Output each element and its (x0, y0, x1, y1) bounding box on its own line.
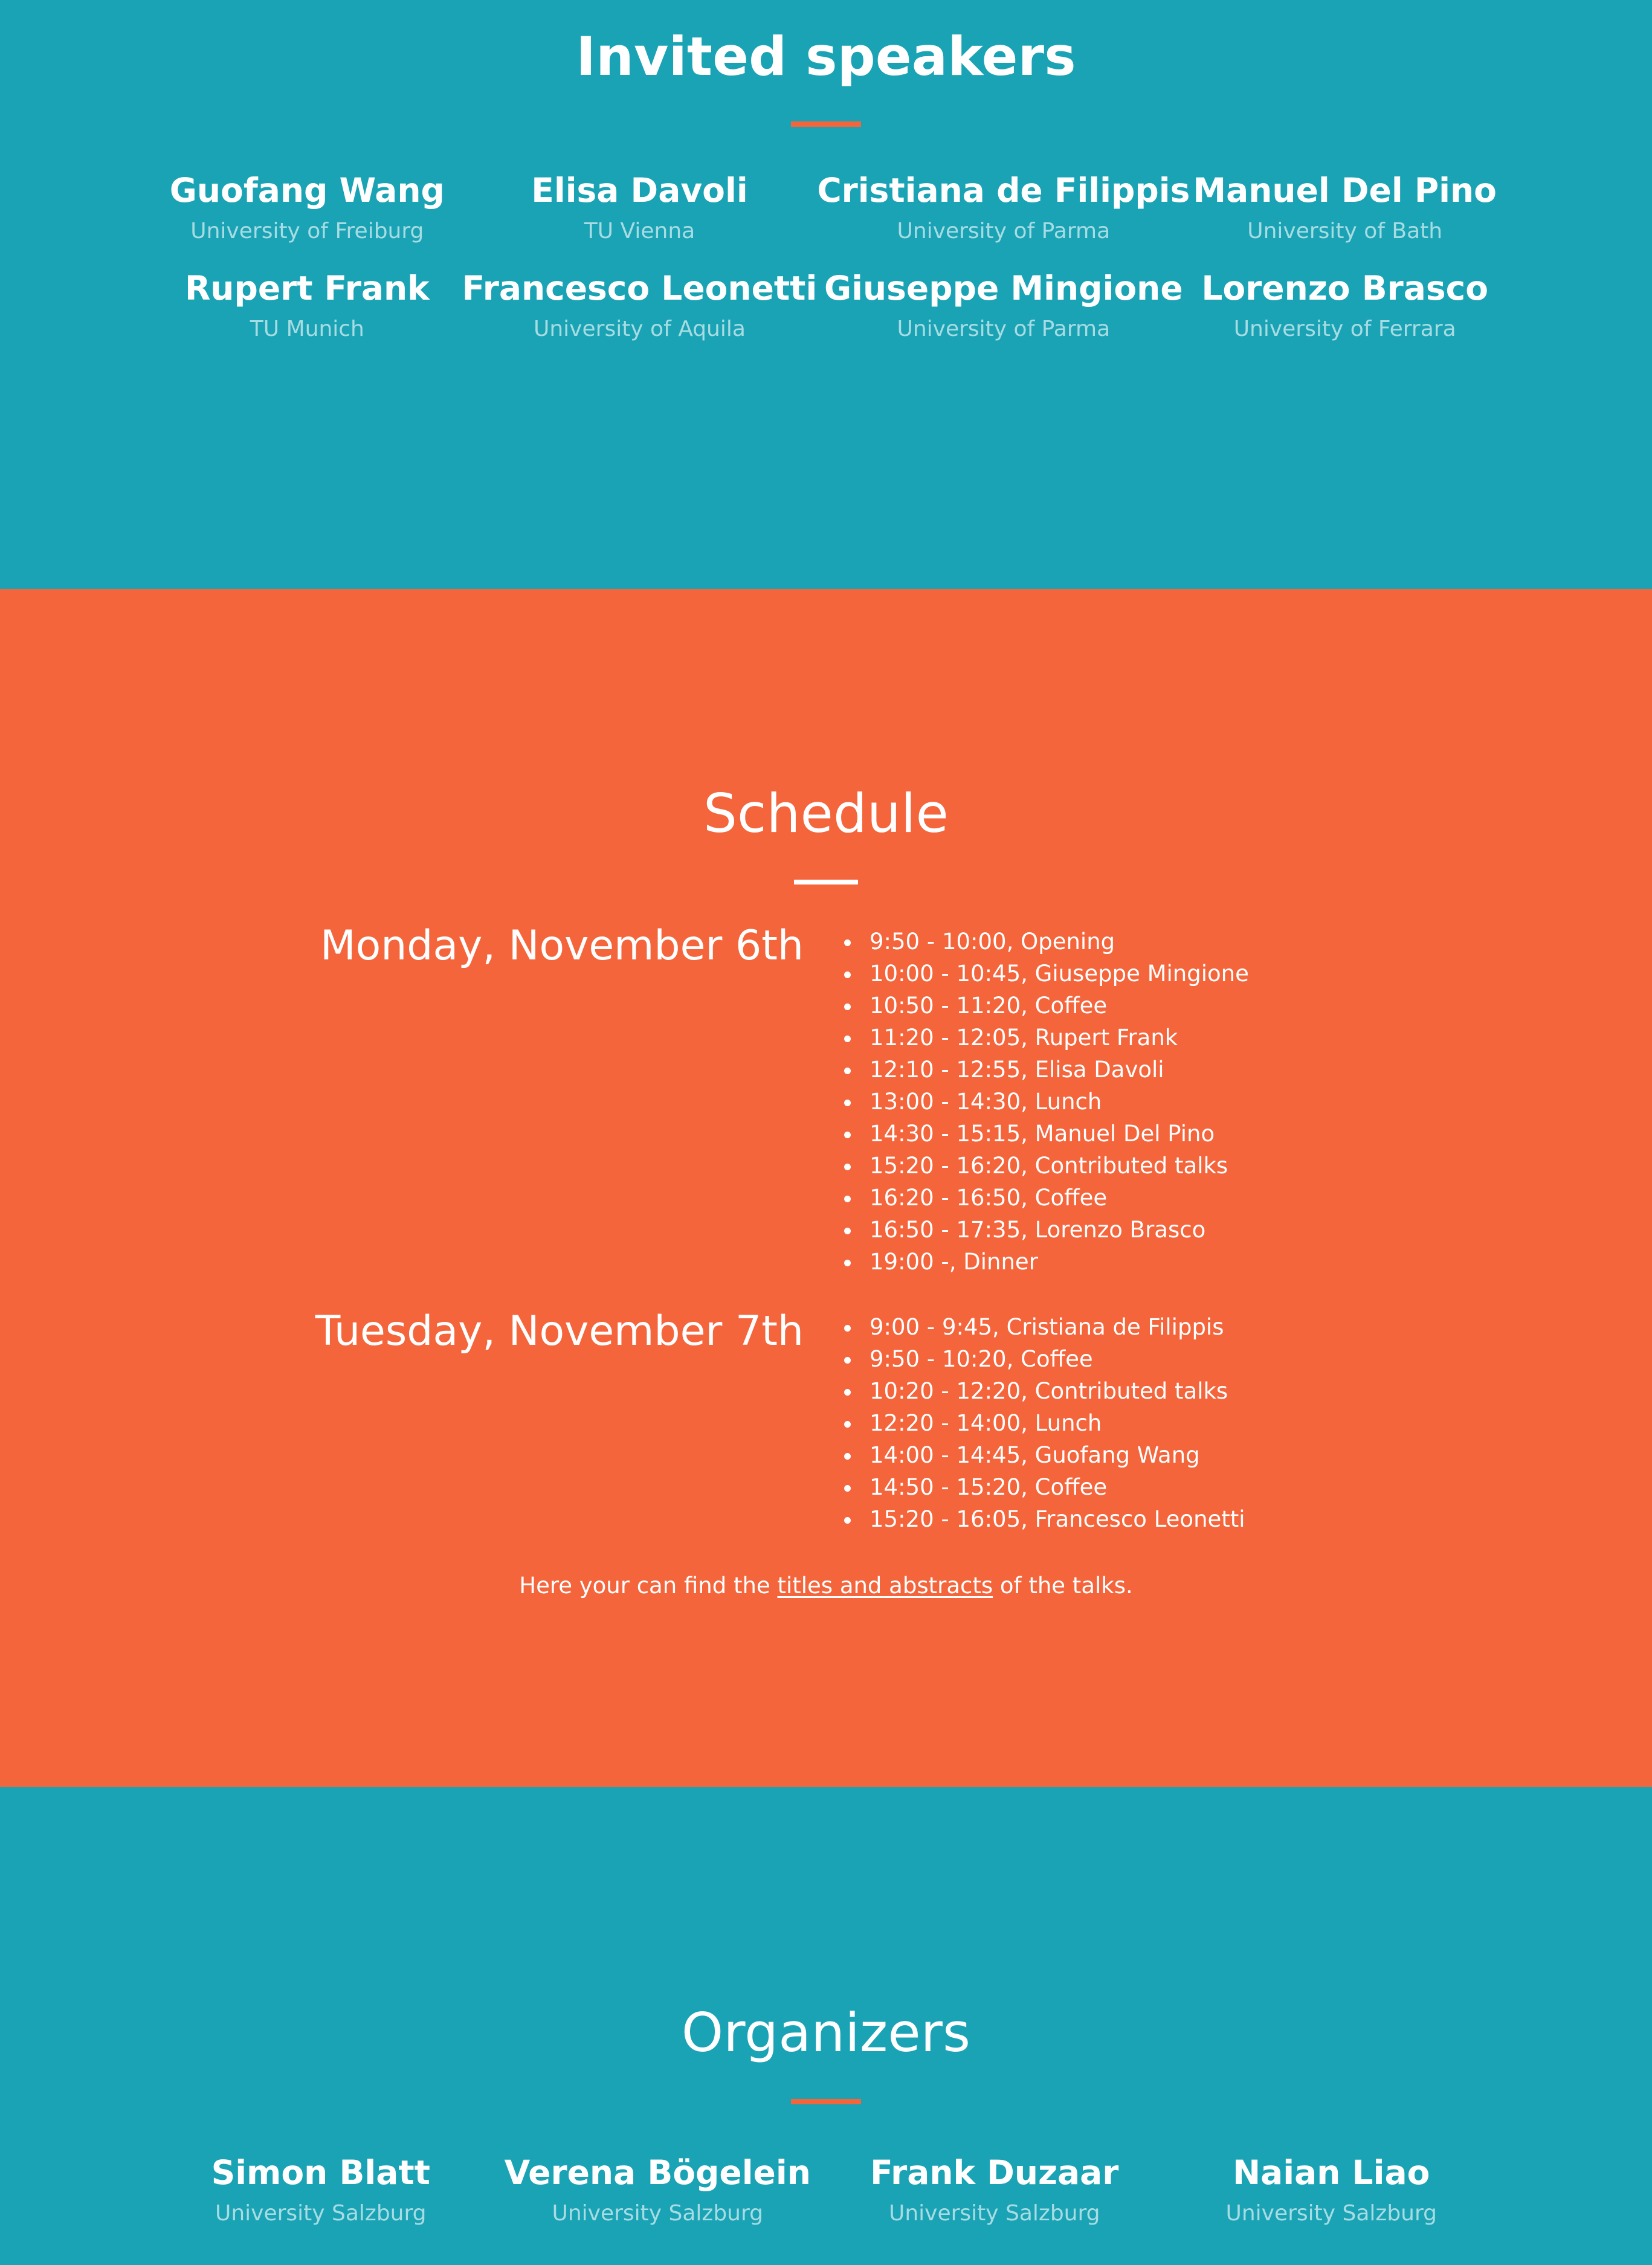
schedule-item: 9:50 - 10:00, Opening (824, 926, 1500, 958)
organizers-title-divider (791, 2099, 861, 2104)
conference-page: Invited speakers Guofang Wang University… (0, 0, 1652, 2265)
organizer-card: Simon Blatt University Salzburg (152, 2153, 489, 2226)
speaker-affiliation: TU Munich (250, 317, 364, 342)
schedule-item: 11:20 - 12:05, Rupert Frank (824, 1022, 1500, 1054)
speaker-affiliation: University of Parma (897, 219, 1111, 244)
schedule-item: 9:00 - 9:45, Cristiana de Filippis (824, 1311, 1500, 1343)
titles-and-abstracts-link[interactable]: titles and abstracts (777, 1573, 993, 1599)
organizers-section: Organizers Simon Blatt University Salzbu… (0, 1787, 1652, 2265)
speaker-affiliation: University of Bath (1247, 219, 1443, 244)
schedule-item: 10:50 - 11:20, Coffee (824, 990, 1500, 1022)
schedule-item: 15:20 - 16:20, Contributed talks (824, 1150, 1500, 1182)
speaker-card: Rupert Frank TU Munich (152, 268, 462, 342)
speaker-card: Guofang Wang University of Freiburg (152, 170, 462, 244)
speaker-card: Cristiana de Filippis University of Parm… (817, 170, 1190, 244)
speaker-card: Elisa Davoli TU Vienna (462, 170, 818, 244)
schedule-item: 16:20 - 16:50, Coffee (824, 1182, 1500, 1214)
schedule-day-items: 9:50 - 10:00, Opening 10:00 - 10:45, Giu… (824, 926, 1500, 1278)
schedule-item: 14:30 - 15:15, Manuel Del Pino (824, 1118, 1500, 1150)
speaker-name: Elisa Davoli (531, 171, 748, 210)
organizer-name: Naian Liao (1233, 2153, 1430, 2192)
schedule-item: 12:20 - 14:00, Lunch (824, 1407, 1500, 1439)
schedule-item: 13:00 - 14:30, Lunch (824, 1086, 1500, 1118)
abstracts-note-prefix: Here your can find the (519, 1573, 778, 1599)
schedule-title-divider (794, 880, 858, 884)
schedule-day-items: 9:00 - 9:45, Cristiana de Filippis 9:50 … (824, 1311, 1500, 1535)
speaker-name: Guofang Wang (169, 171, 445, 210)
schedule-day-label: Tuesday, November 7th (315, 1307, 804, 1355)
speaker-name: Giuseppe Mingione (824, 269, 1183, 308)
schedule-item: 19:00 -, Dinner (824, 1246, 1500, 1278)
organizers-title: Organizers (681, 2002, 971, 2064)
speaker-card: Lorenzo Brasco University of Ferrara (1190, 268, 1500, 342)
speaker-name: Francesco Leonetti (462, 269, 818, 308)
organizer-affiliation: University Salzburg (1225, 2201, 1437, 2226)
schedule-item: 15:20 - 16:05, Francesco Leonetti (824, 1503, 1500, 1535)
organizer-name: Frank Duzaar (870, 2153, 1119, 2192)
organizer-affiliation: University Salzburg (552, 2201, 764, 2226)
speakers-title-divider (791, 121, 861, 127)
organizer-card: Frank Duzaar University Salzburg (826, 2153, 1163, 2226)
organizers-grid: Simon Blatt University Salzburg Verena B… (152, 2153, 1500, 2226)
abstracts-note: Here your can find the titles and abstra… (0, 1573, 1652, 1599)
abstracts-note-suffix: of the talks. (993, 1573, 1133, 1599)
speaker-card: Manuel Del Pino University of Bath (1190, 170, 1500, 244)
organizer-name: Verena Bögelein (504, 2153, 811, 2192)
schedule-item: 12:10 - 12:55, Elisa Davoli (824, 1054, 1500, 1086)
schedule-section: Schedule Monday, November 6th 9:50 - 10:… (0, 589, 1652, 1787)
speaker-name: Lorenzo Brasco (1201, 269, 1488, 308)
schedule-item: 9:50 - 10:20, Coffee (824, 1343, 1500, 1375)
organizer-card: Naian Liao University Salzburg (1163, 2153, 1500, 2226)
schedule-day-block: Monday, November 6th 9:50 - 10:00, Openi… (152, 926, 1500, 1278)
schedule-item: 14:00 - 14:45, Guofang Wang (824, 1439, 1500, 1471)
invited-speakers-title: Invited speakers (576, 25, 1076, 88)
organizer-name: Simon Blatt (211, 2153, 430, 2192)
speaker-affiliation: University of Aquila (534, 317, 746, 342)
speaker-name: Cristiana de Filippis (817, 171, 1190, 210)
schedule-title: Schedule (703, 782, 949, 845)
schedule-day-label: Monday, November 6th (320, 922, 804, 970)
organizer-card: Verena Bögelein University Salzburg (489, 2153, 827, 2226)
schedule-item: 16:50 - 17:35, Lorenzo Brasco (824, 1214, 1500, 1246)
speaker-affiliation: University of Ferrara (1233, 317, 1456, 342)
organizer-affiliation: University Salzburg (215, 2201, 427, 2226)
speaker-affiliation: University of Parma (897, 317, 1111, 342)
speaker-name: Rupert Frank (184, 269, 430, 308)
speaker-card: Giuseppe Mingione University of Parma (817, 268, 1190, 342)
organizer-affiliation: University Salzburg (888, 2201, 1100, 2226)
speaker-name: Manuel Del Pino (1193, 171, 1497, 210)
speaker-card: Francesco Leonetti University of Aquila (462, 268, 818, 342)
schedule-item: 10:00 - 10:45, Giuseppe Mingione (824, 958, 1500, 990)
schedule-item: 14:50 - 15:20, Coffee (824, 1471, 1500, 1503)
speaker-affiliation: University of Freiburg (190, 219, 424, 244)
invited-speakers-grid: Guofang Wang University of Freiburg Elis… (152, 170, 1500, 343)
schedule-item: 10:20 - 12:20, Contributed talks (824, 1375, 1500, 1407)
speaker-affiliation: TU Vienna (584, 219, 695, 244)
invited-speakers-section: Invited speakers Guofang Wang University… (0, 0, 1652, 589)
schedule-day-block: Tuesday, November 7th 9:00 - 9:45, Crist… (152, 1311, 1500, 1535)
